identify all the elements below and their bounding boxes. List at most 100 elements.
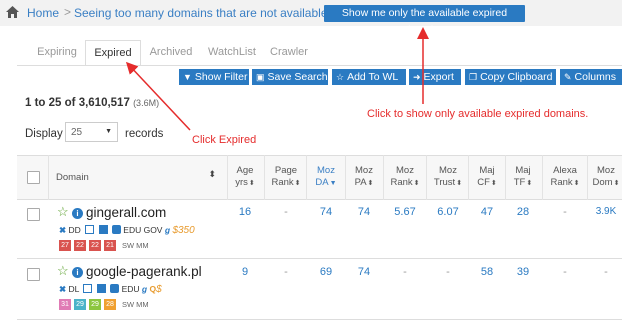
tab-expiring[interactable]: Expiring [27,40,87,66]
column-header-moz-trust[interactable]: Moz Trust⬍ [429,155,467,200]
breadcrumb-home-link[interactable]: Home [27,6,59,20]
header-moztrust-line2: Trust⬍ [433,177,463,188]
header-majtf-line2: TF⬍ [513,177,533,188]
cell-age: 16 [238,206,252,218]
google-icon[interactable]: g [165,225,170,235]
breadcrumb-separator: > [64,5,72,19]
tab-divider [17,65,622,66]
columns-button[interactable]: ✎ Columns [560,69,622,85]
star-icon[interactable]: ☆ [57,204,69,220]
calendar-icon[interactable] [98,225,108,234]
annotation-click-expired: Click Expired [192,134,257,146]
swmm-links[interactable]: SW MM [122,241,149,250]
header-age-line2: yrs⬍ [235,177,255,188]
history-badge[interactable]: 21 [104,240,116,251]
cell-alexa-rank: - [563,206,567,218]
column-header-alexa-rank[interactable]: Alexa Rank⬍ [545,155,585,200]
cell-moz-rank: 5.67 [394,206,416,218]
camera-icon[interactable] [111,225,121,234]
filter-icon: ▼ [183,72,192,82]
header-mozrank-line2: Rank⬍ [390,177,420,188]
google-icon[interactable]: g [142,284,147,294]
copy-clipboard-button[interactable]: ❐ Copy Clipboard [465,69,556,85]
column-header-maj-tf[interactable]: Maj TF⬍ [507,155,539,200]
tab-archived[interactable]: Archived [143,40,199,66]
camera-icon[interactable] [110,284,120,293]
add-to-wl-label: Add To WL [347,71,399,83]
calendar-icon[interactable] [96,284,106,293]
show-filter-button[interactable]: ▼ Show Filter [179,69,249,85]
home-icon[interactable] [5,5,20,19]
header-mozda-line2: DA▼ [315,177,337,188]
column-header-moz-da[interactable]: Moz DA▼ [308,155,344,200]
history-badge[interactable]: 31 [59,299,71,310]
tab-crawler[interactable]: Crawler [263,40,315,66]
range-short: (3.6M) [133,98,160,108]
cell-age: 9 [241,266,249,278]
header-mozda-line1: Moz [317,165,335,176]
header-majtf-line1: Maj [515,165,531,176]
copy-clipboard-label: Copy Clipboard [480,71,553,83]
export-label: Export [423,71,454,83]
cell-moz-dom: 3.9K [595,206,617,217]
header-moztrust-line1: Moz [439,165,457,176]
records-per-page-select[interactable]: 25 ▼ [65,122,118,142]
history-badge[interactable]: 22 [74,240,86,251]
info-icon[interactable]: i [72,267,83,278]
select-all-checkbox[interactable] [27,171,40,184]
show-filter-label: Show Filter [194,71,248,83]
copy-icon[interactable] [85,225,95,234]
copy-icon: ❐ [469,72,478,82]
tab-expired[interactable]: Expired [85,40,141,66]
show-available-button[interactable]: Show me only the available expired domai… [324,5,525,36]
column-header-domain[interactable]: Domain ⬍ [56,155,216,200]
cell-moz-da: 74 [319,206,333,218]
header-mozdom-line2: Dom⬍ [592,177,620,188]
export-button[interactable]: ➜ Export [409,69,461,85]
column-header-moz-pa[interactable]: Moz PA⬍ [348,155,380,200]
cell-moz-da: 69 [319,266,333,278]
swmm-links[interactable]: SW MM [122,300,149,309]
delete-icon[interactable]: ✖ [59,284,66,294]
sort-icon: ⬍ [248,180,255,187]
history-badge[interactable]: 27 [59,240,71,251]
row-checkbox[interactable] [27,268,40,281]
star-icon[interactable]: ☆ [57,263,69,279]
header-mozpa-line2: PA⬍ [354,177,374,188]
history-badge[interactable]: 29 [89,299,101,310]
domain-status: DD [68,225,81,235]
wrench-icon: ✎ [564,72,572,82]
info-icon[interactable]: i [72,208,83,219]
domain-edu: EDU [121,284,140,294]
header-pagerank-line1: Page [274,165,298,176]
column-header-moz-rank[interactable]: Moz Rank⬍ [386,155,424,200]
display-label: Display [25,128,63,140]
column-header-maj-cf[interactable]: Maj CF⬍ [471,155,503,200]
tab-watchlist[interactable]: WatchList [201,40,263,66]
cell-maj-cf: 47 [480,206,494,218]
history-badge[interactable]: 28 [104,299,116,310]
save-search-label: Save Search [267,71,328,83]
header-age-line1: Age [236,165,254,176]
column-header-page-rank[interactable]: Page Rank⬍ [268,155,304,200]
history-badge[interactable]: 29 [74,299,86,310]
result-range: 1 to 25 of 3,610,517 (3.6M) [25,97,159,109]
add-to-wl-button[interactable]: ☆ Add To WL [332,69,406,85]
sort-desc-icon: ▼ [329,180,337,187]
columns-label: Columns [574,71,616,83]
column-header-age[interactable]: Age yrs⬍ [229,155,261,200]
copy-icon[interactable] [83,284,93,293]
row-checkbox[interactable] [27,208,40,221]
domain-name[interactable]: gingerall.com [86,205,166,220]
breadcrumb-text[interactable]: Seeing too many domains that are not ava… [74,6,334,20]
cell-moz-rank: - [403,266,407,278]
domain-name[interactable]: google-pagerank.pl [86,264,202,279]
column-header-moz-dom[interactable]: Moz Dom⬍ [590,155,622,200]
cell-moz-dom: - [604,266,608,278]
history-badge[interactable]: 22 [89,240,101,251]
sort-icon: ⬍ [294,180,301,187]
delete-icon[interactable]: ✖ [59,225,66,235]
save-icon: ▣ [256,72,265,82]
header-mozdom-line1: Moz [597,165,615,176]
save-search-button[interactable]: ▣ Save Search [252,69,328,85]
